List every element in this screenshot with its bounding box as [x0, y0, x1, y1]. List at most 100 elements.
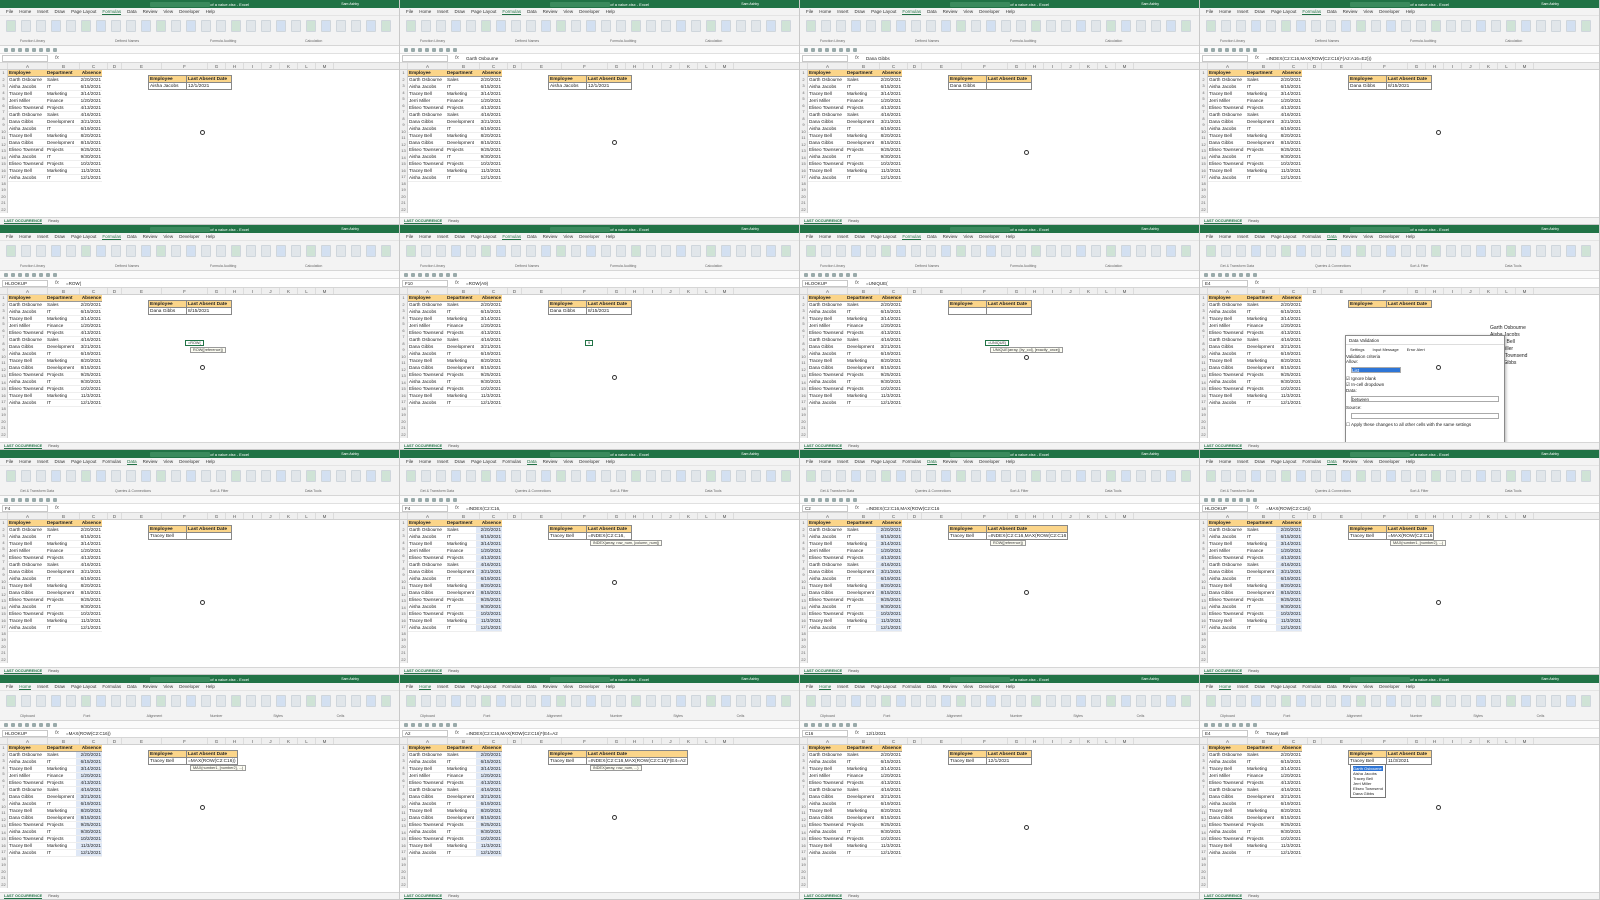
qat-icon[interactable] — [11, 272, 15, 277]
table-cell[interactable]: Projects — [1246, 596, 1276, 604]
table-cell[interactable]: Marketing — [446, 617, 476, 625]
table-cell[interactable]: Sales — [46, 526, 76, 534]
search-box[interactable] — [150, 451, 210, 457]
table-cell[interactable]: Projects — [846, 554, 876, 562]
column-header[interactable]: E — [1322, 513, 1362, 519]
name-box[interactable]: A2 — [402, 729, 448, 737]
ribbon-button-icon[interactable] — [1296, 470, 1306, 482]
column-header[interactable]: H — [626, 738, 644, 744]
table-cell[interactable]: 8/15/2021 — [476, 814, 502, 822]
table-cell[interactable]: 9/25/2021 — [76, 596, 102, 604]
row-header[interactable]: 22 — [0, 657, 7, 664]
column-header[interactable]: L — [1498, 63, 1516, 69]
table-cell[interactable]: Tracey Bell — [1208, 357, 1246, 365]
table-cell[interactable]: Eliseo Townsend — [408, 596, 446, 604]
qat-icon[interactable] — [11, 47, 15, 52]
table-cell[interactable]: Projects — [46, 554, 76, 562]
tab-review[interactable]: Review — [1343, 234, 1358, 239]
table-cell[interactable]: 2/20/2021 — [476, 76, 502, 84]
ribbon-button-icon[interactable] — [171, 20, 181, 32]
table-cell[interactable]: Development — [1246, 118, 1276, 126]
table-cell[interactable]: 3/14/2021 — [1276, 540, 1302, 548]
table-cell[interactable]: Garth Osbourne — [1208, 76, 1246, 84]
table-cell[interactable]: IT — [1246, 174, 1276, 182]
qat-icon[interactable] — [32, 722, 36, 727]
ribbon-button-icon[interactable] — [1136, 695, 1146, 707]
table-cell[interactable]: Aisha Jacobs — [1208, 800, 1246, 808]
table-cell[interactable]: 3/21/2021 — [76, 568, 102, 576]
table-cell[interactable]: Aisha Jacobs — [408, 83, 446, 91]
qat-icon[interactable] — [39, 272, 43, 277]
qat-icon[interactable] — [425, 722, 429, 727]
ribbon-button-icon[interactable] — [1461, 470, 1471, 482]
column-header[interactable]: C — [480, 288, 508, 294]
name-box[interactable]: E4 — [1202, 729, 1248, 737]
table-cell[interactable]: Tracey Bell — [408, 90, 446, 98]
table-cell[interactable]: Dana Gibbs — [1208, 814, 1246, 822]
table-cell[interactable]: IT — [1246, 603, 1276, 611]
table-cell[interactable]: Aisha Jacobs — [808, 83, 846, 91]
column-header[interactable]: C — [1280, 513, 1308, 519]
ribbon-button-icon[interactable] — [421, 695, 431, 707]
lookup-employee-cell[interactable]: Dana Gibbs — [948, 82, 987, 90]
select-all-corner[interactable] — [800, 738, 808, 744]
ribbon-button-icon[interactable] — [451, 245, 461, 257]
ribbon-button-icon[interactable] — [406, 470, 416, 482]
table-cell[interactable]: Jerri Miller — [408, 97, 446, 105]
column-header[interactable]: B — [1248, 288, 1280, 294]
ribbon-button-icon[interactable] — [36, 245, 46, 257]
table-cell[interactable]: 3/14/2021 — [476, 765, 502, 773]
name-box[interactable]: HLOOKUP — [1202, 504, 1248, 512]
table-cell[interactable]: Marketing — [46, 617, 76, 625]
ribbon-button-icon[interactable] — [1076, 20, 1086, 32]
column-header[interactable]: K — [280, 63, 298, 69]
column-header[interactable]: H — [1426, 63, 1444, 69]
header-cell[interactable]: Department — [1246, 520, 1276, 527]
table-cell[interactable]: IT — [1246, 800, 1276, 808]
ribbon-button-icon[interactable] — [216, 470, 226, 482]
ribbon-button-icon[interactable] — [941, 695, 951, 707]
table-cell[interactable]: Projects — [846, 371, 876, 379]
table-cell[interactable]: Eliseo Townsend — [1208, 779, 1246, 787]
ribbon-button-icon[interactable] — [1536, 20, 1546, 32]
ribbon-button-icon[interactable] — [631, 245, 641, 257]
ribbon-button-icon[interactable] — [156, 245, 166, 257]
ribbon-button-icon[interactable] — [141, 20, 151, 32]
ribbon-button-icon[interactable] — [126, 695, 136, 707]
table-cell[interactable]: 8/20/2021 — [876, 582, 902, 590]
column-header[interactable]: J — [1462, 513, 1480, 519]
column-header[interactable]: B — [848, 738, 880, 744]
ribbon-button-icon[interactable] — [1296, 20, 1306, 32]
ribbon-button-icon[interactable] — [51, 470, 61, 482]
ribbon-button-icon[interactable] — [481, 20, 491, 32]
sheet-tab[interactable]: LAST OCCURRENCE — [1204, 669, 1243, 674]
tab-developer[interactable]: Developer — [579, 234, 600, 239]
tab-view[interactable]: View — [963, 234, 973, 239]
tab-view[interactable]: View — [163, 234, 173, 239]
table-cell[interactable]: Aisha Jacobs — [408, 849, 446, 857]
column-header[interactable]: F — [1362, 63, 1408, 69]
column-header[interactable]: H — [226, 288, 244, 294]
table-cell[interactable]: Projects — [46, 821, 76, 829]
table-cell[interactable]: Projects — [46, 385, 76, 393]
ribbon-button-icon[interactable] — [1371, 695, 1381, 707]
ribbon-button-icon[interactable] — [1266, 470, 1276, 482]
table-cell[interactable]: 12/1/2021 — [76, 399, 102, 407]
table-cell[interactable]: 9/25/2021 — [476, 371, 502, 379]
table-cell[interactable]: Dana Gibbs — [1208, 118, 1246, 126]
qat-icon[interactable] — [432, 722, 436, 727]
ribbon-button-icon[interactable] — [1236, 470, 1246, 482]
table-cell[interactable]: Finance — [446, 322, 476, 330]
fx-icon[interactable]: fx — [48, 505, 66, 511]
lookup-employee-cell[interactable]: Tracey Bell — [1348, 532, 1387, 540]
table-cell[interactable]: IT — [1246, 575, 1276, 583]
ribbon-button-icon[interactable] — [706, 470, 716, 482]
ribbon-button-icon[interactable] — [511, 245, 521, 257]
ribbon-button-icon[interactable] — [721, 20, 731, 32]
qat-icon[interactable] — [418, 272, 422, 277]
tab-review[interactable]: Review — [543, 234, 558, 239]
table-cell[interactable]: 3/14/2021 — [476, 315, 502, 323]
ribbon-button-icon[interactable] — [646, 20, 656, 32]
ribbon-button-icon[interactable] — [111, 695, 121, 707]
qat-icon[interactable] — [46, 47, 50, 52]
